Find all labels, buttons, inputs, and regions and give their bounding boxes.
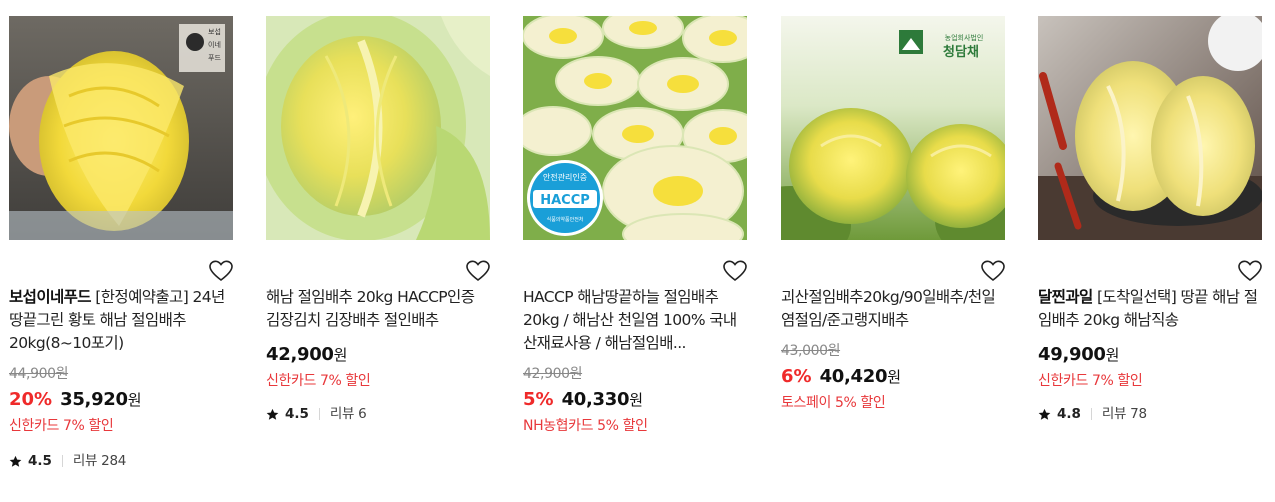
review-count[interactable]: 리뷰 6: [330, 404, 367, 424]
product-image[interactable]: 농업회사법인 청담채: [781, 16, 1005, 240]
rating-score: 4.8: [1057, 406, 1081, 422]
discount-rate: 6%: [781, 366, 812, 387]
card-promo: 신한카드 7% 할인: [1038, 373, 1143, 389]
haccp-badge-top: 안전관리인증: [543, 172, 587, 182]
divider: [318, 408, 320, 420]
cabbage-photo: 농업회사법인 청담채: [781, 16, 1005, 240]
product-card[interactable]: 안전관리인증 HACCP 식품의약품안전처 HACCP 해남땅끝하늘 절임배추 …: [523, 16, 749, 437]
price-block: 43,000원 6% 40,420원 토스페이 5% 할인: [781, 340, 1007, 414]
heart-outline-icon[interactable]: [1238, 260, 1262, 282]
product-name: HACCP 해남땅끝하늘 절임배추 20kg / 해남산 천일염 100% 국내…: [523, 288, 737, 352]
card-promo: 신한카드 7% 할인: [266, 373, 371, 389]
product-name: 괴산절임배추20kg/90일배추/천일염절임/준고랭지배추: [781, 288, 996, 329]
price-block: 49,900원 신한카드 7% 할인: [1038, 340, 1264, 392]
product-title[interactable]: HACCP 해남땅끝하늘 절임배추 20kg / 해남산 천일염 100% 국내…: [523, 286, 749, 355]
card-promo: 신한카드 7% 할인: [9, 418, 114, 434]
heart-outline-icon[interactable]: [981, 260, 1005, 282]
price-row: 42,900원: [266, 340, 492, 370]
price-block: 42,900원 신한카드 7% 할인: [266, 340, 492, 392]
card-promo: NH농협카드 5% 할인: [523, 418, 648, 434]
product-image[interactable]: 안전관리인증 HACCP 식품의약품안전처: [523, 16, 747, 240]
product-card[interactable]: 달찐과일 [도착일선택] 땅끝 해남 절임배추 20kg 해남직송 49,900…: [1038, 16, 1264, 424]
price-block: 42,900원 5% 40,330원 NH농협카드 5% 할인: [523, 363, 749, 437]
product-card[interactable]: 농업회사법인 청담채 괴산절임배추20kg/90일배추/천일염절임/준고랭지배추…: [781, 16, 1007, 414]
currency: 원: [1105, 346, 1120, 364]
divider: [61, 455, 63, 467]
original-price: 43,000원: [781, 343, 841, 359]
brand-logo-main: 청담채: [943, 44, 979, 60]
seller-name: 보섭이네푸드: [9, 288, 92, 306]
svg-text:이네: 이네: [208, 40, 221, 49]
rating-row: 4.5 리뷰 6: [266, 404, 492, 424]
product-image[interactable]: 보섭 이네 푸드: [9, 16, 233, 240]
original-price: 42,900원: [523, 366, 583, 382]
star-icon: [266, 408, 279, 420]
star-icon: [1038, 408, 1051, 420]
discount-rate: 5%: [523, 389, 554, 410]
rating-score: 4.5: [28, 453, 52, 469]
divider: [1090, 408, 1092, 420]
svg-text:보섭: 보섭: [208, 27, 221, 36]
sale-price: 40,420: [819, 366, 888, 387]
price-row: 20% 35,920원: [9, 385, 235, 415]
heart-row: [523, 240, 749, 286]
heart-row: [9, 240, 235, 286]
heart-outline-icon[interactable]: [209, 260, 233, 282]
price-block: 44,900원 20% 35,920원 신한카드 7% 할인: [9, 363, 235, 437]
currency: 원: [887, 368, 902, 386]
product-image[interactable]: [266, 16, 490, 240]
sale-price: 35,920: [60, 389, 128, 410]
card-promo: 토스페이 5% 할인: [781, 395, 886, 411]
cabbage-photo: 보섭 이네 푸드: [9, 16, 233, 240]
review-count[interactable]: 리뷰 78: [1102, 404, 1147, 424]
haccp-badge-main: HACCP: [540, 193, 590, 208]
rating-row: 4.5 리뷰 284: [9, 451, 235, 471]
cabbage-photo: [1038, 16, 1262, 240]
heart-row: [1038, 240, 1264, 286]
price-row: 6% 40,420원: [781, 362, 1007, 392]
seller-name: 달찐과일: [1038, 288, 1093, 306]
product-grid: 보섭 이네 푸드 보섭이네푸드 [한정예약출고] 24년 땅끝그린 황토 해남 …: [0, 0, 1275, 502]
heart-outline-icon[interactable]: [723, 260, 747, 282]
price-row: 49,900원: [1038, 340, 1264, 370]
currency: 원: [127, 391, 142, 409]
heart-row: [781, 240, 1007, 286]
price-row: 5% 40,330원: [523, 385, 749, 415]
heart-outline-icon[interactable]: [466, 260, 490, 282]
cabbage-photo: [266, 16, 490, 240]
currency: 원: [629, 391, 644, 409]
product-title[interactable]: 괴산절임배추20kg/90일배추/천일염절임/준고랭지배추: [781, 286, 1007, 332]
cabbage-photo: 안전관리인증 HACCP 식품의약품안전처: [523, 16, 747, 240]
star-icon: [9, 455, 22, 467]
product-card[interactable]: 해남 절임배추 20kg HACCP인증 김장김치 김장배추 절인배추 42,9…: [266, 16, 492, 424]
product-name: 해남 절임배추 20kg HACCP인증 김장김치 김장배추 절인배추: [266, 288, 475, 329]
haccp-badge-bottom: 식품의약품안전처: [547, 216, 584, 223]
currency: 원: [333, 346, 348, 364]
review-count[interactable]: 리뷰 284: [73, 451, 126, 471]
product-title[interactable]: 해남 절임배추 20kg HACCP인증 김장김치 김장배추 절인배추: [266, 286, 492, 332]
product-card[interactable]: 보섭 이네 푸드 보섭이네푸드 [한정예약출고] 24년 땅끝그린 황토 해남 …: [9, 16, 235, 471]
rating-row: 4.8 리뷰 78: [1038, 404, 1264, 424]
product-image[interactable]: [1038, 16, 1262, 240]
rating-score: 4.5: [285, 406, 309, 422]
sale-price: 49,900: [1038, 344, 1106, 365]
sale-price: 40,330: [561, 389, 630, 410]
heart-row: [266, 240, 492, 286]
original-price: 44,900원: [9, 366, 69, 382]
sale-price: 42,900: [266, 344, 334, 365]
discount-rate: 20%: [9, 389, 53, 410]
product-title[interactable]: 보섭이네푸드 [한정예약출고] 24년 땅끝그린 황토 해남 절임배추 20kg…: [9, 286, 235, 355]
brand-logo-sub: 농업회사법인: [945, 33, 984, 42]
product-title[interactable]: 달찐과일 [도착일선택] 땅끝 해남 절임배추 20kg 해남직송: [1038, 286, 1264, 332]
svg-text:푸드: 푸드: [208, 54, 221, 62]
